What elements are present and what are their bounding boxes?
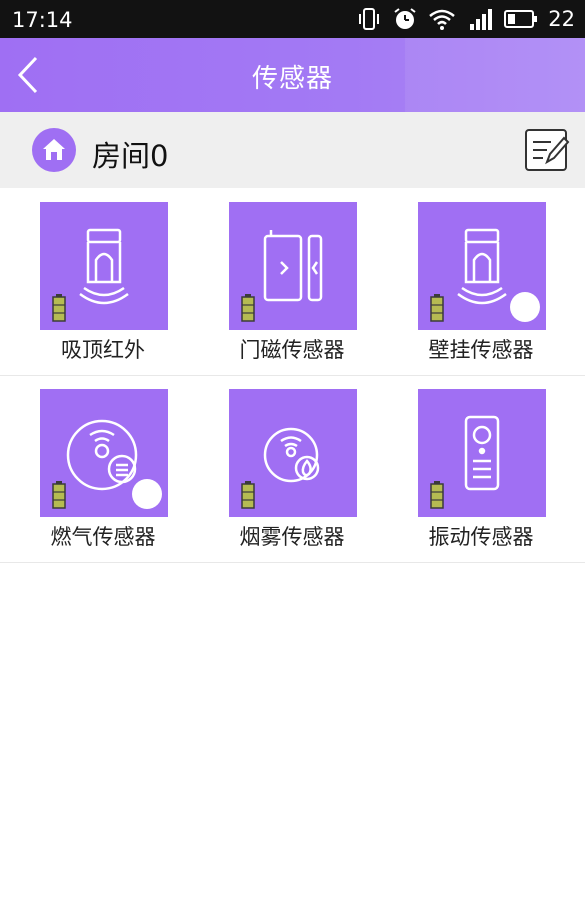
battery-indicator — [241, 294, 255, 322]
sensor-label: 烟雾传感器 — [239, 525, 345, 549]
sensor-tile — [229, 389, 357, 517]
sensor-tile — [229, 202, 357, 330]
battery-icon — [504, 10, 538, 28]
room-name: 房间0 — [92, 139, 169, 173]
sensor-tile — [40, 389, 168, 517]
status-icons: 22 — [356, 6, 575, 32]
header-bar: 传感器 — [0, 38, 585, 112]
sensor-gas[interactable]: 燃气传感器 — [27, 389, 179, 569]
row-divider — [0, 375, 585, 376]
battery-indicator — [430, 294, 444, 322]
sensor-tile — [418, 202, 546, 330]
battery-indicator — [52, 481, 66, 509]
sensor-wall-mounted[interactable]: 壁挂传感器 — [405, 202, 557, 382]
sensor-ceiling-infrared[interactable]: 吸顶红外 — [27, 202, 179, 382]
sensor-label: 振动传感器 — [428, 525, 534, 549]
sensor-label: 吸顶红外 — [61, 338, 145, 362]
signal-icon — [470, 9, 493, 30]
sensor-smoke[interactable]: 烟雾传感器 — [216, 389, 368, 569]
battery-level: 22 — [548, 7, 575, 31]
wifi-icon — [429, 9, 456, 30]
page-title: 传感器 — [251, 64, 333, 94]
sensor-tile — [40, 202, 168, 330]
battery-level-icon — [241, 481, 255, 509]
alarm-icon — [394, 8, 416, 29]
status-bar: 17:14 22 — [0, 0, 585, 38]
sensor-label: 燃气传感器 — [50, 525, 156, 549]
status-time: 17:14 — [12, 8, 73, 32]
battery-indicator — [430, 481, 444, 509]
battery-level-icon — [52, 481, 66, 509]
edit-button[interactable] — [523, 126, 571, 174]
room-bar — [0, 112, 585, 188]
edit-note-icon — [525, 129, 570, 171]
battery-level-icon — [430, 294, 444, 322]
battery-indicator — [52, 294, 66, 322]
battery-level-icon — [430, 481, 444, 509]
row-divider — [0, 562, 585, 563]
sensor-vibration[interactable]: 振动传感器 — [405, 389, 557, 569]
sensor-label: 门磁传感器 — [239, 338, 345, 362]
status-dot — [132, 479, 162, 509]
battery-level-icon — [241, 294, 255, 322]
sensor-label: 壁挂传感器 — [428, 338, 534, 362]
status-dot — [510, 292, 540, 322]
vibrate-icon — [359, 8, 380, 30]
sensor-tile — [418, 389, 546, 517]
battery-level-icon — [52, 294, 66, 322]
battery-indicator — [241, 481, 255, 509]
home-icon — [43, 139, 65, 160]
sensor-door-magnet[interactable]: 门磁传感器 — [216, 202, 368, 382]
room-home-avatar — [32, 128, 76, 172]
